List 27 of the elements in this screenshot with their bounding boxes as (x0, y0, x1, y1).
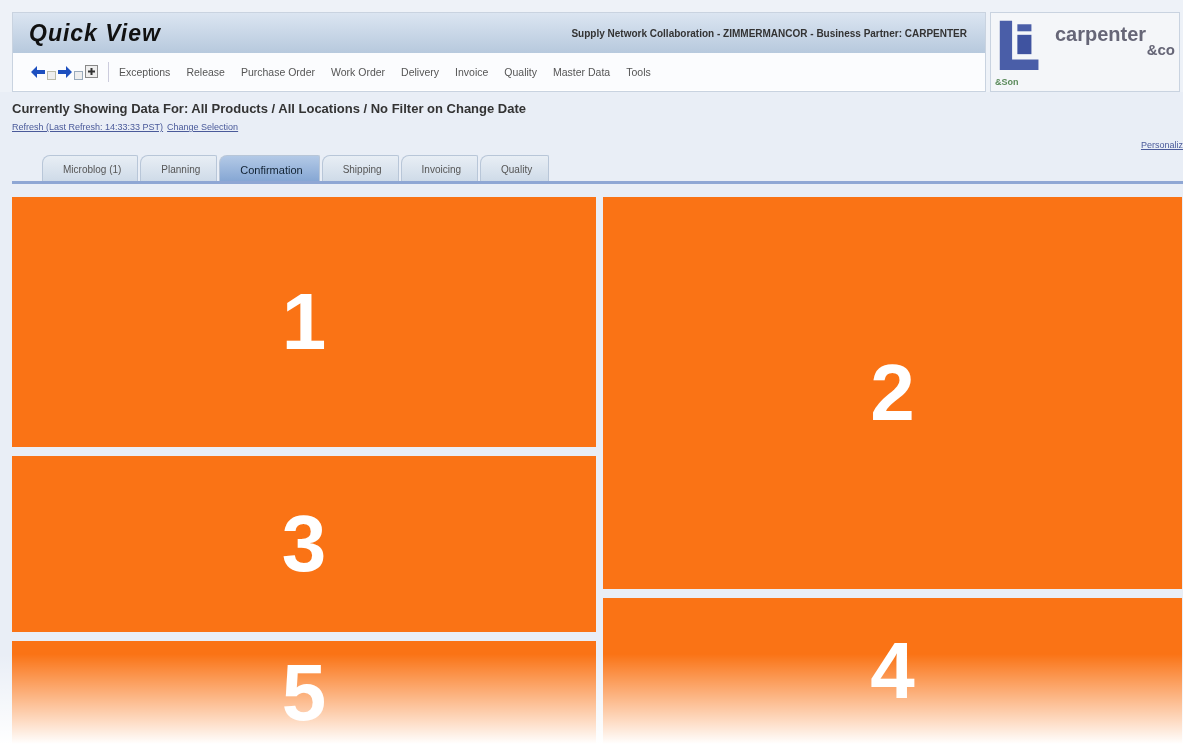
menu-item[interactable]: Purchase Order (240, 65, 316, 78)
menu-item[interactable]: Invoice (455, 65, 489, 78)
menu-item[interactable]: Exceptions (119, 65, 171, 78)
tab[interactable]: Invoicing (400, 155, 479, 181)
tab[interactable]: Microblog (1) (42, 155, 139, 181)
page-title: Quick View (29, 19, 161, 47)
logo-subtext: &Son (995, 77, 1019, 87)
logo-name: carpenter (1055, 23, 1147, 46)
link[interactable]: Refresh (Last Refresh: 14:33:33 PST) (12, 122, 164, 132)
menu-item[interactable]: Delivery (401, 65, 440, 78)
menu-item[interactable]: Release (186, 65, 225, 78)
expand-icon[interactable] (85, 65, 98, 78)
menu-item[interactable]: Work Order (331, 65, 386, 78)
link[interactable]: Change Selection (167, 122, 239, 132)
logo-suffix: &co (1146, 41, 1175, 58)
menu-item[interactable]: Master Data (553, 65, 611, 78)
tab[interactable]: Confirmation (219, 155, 320, 181)
menu-item[interactable]: Tools (626, 65, 651, 78)
personalize-link[interactable]: Personaliz (1140, 140, 1183, 150)
back-arrow-icon[interactable] (31, 65, 45, 78)
header-subtitle: Supply Network Collaboration - ZIMMERMANCOR - Business Partner: CARPENTER (571, 27, 967, 39)
filter-summary: Currently Showing Data For: All Products / All Locations / No Filter on Change Date (11, 100, 528, 116)
tab[interactable]: Planning (140, 155, 218, 181)
tab[interactable]: Shipping (321, 155, 399, 181)
menu-item[interactable]: Quality (504, 65, 537, 78)
forward-arrow-icon[interactable] (58, 65, 72, 78)
tab[interactable]: Quality (480, 155, 550, 181)
